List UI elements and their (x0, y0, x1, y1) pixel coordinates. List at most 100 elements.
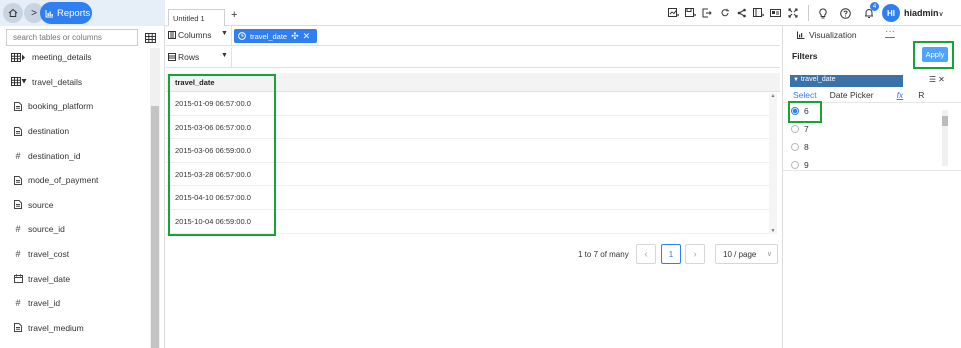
field-type-icon (12, 175, 24, 185)
table-icon (11, 52, 25, 62)
shelf-divider (231, 48, 232, 68)
hash-icon: # (15, 150, 21, 161)
rows-shelf: Rows ▼ (166, 48, 780, 68)
tab-more[interactable]: ··· (885, 26, 895, 38)
field-item[interactable]: # travel_id (0, 291, 150, 316)
tab-fx[interactable]: fx (897, 90, 904, 100)
rows-dropdown-icon[interactable]: ▼ (221, 52, 228, 59)
columns-dropdown-icon[interactable]: ▼ (221, 30, 228, 37)
filter-actions: ☰ ✕ (929, 75, 945, 84)
close-icon[interactable]: ✕ (303, 31, 311, 42)
table-view-button[interactable] (143, 30, 158, 45)
avatar[interactable]: HI (882, 4, 900, 22)
move-icon[interactable]: ✣ (291, 31, 299, 42)
field-item[interactable]: mode_of_payment (0, 168, 150, 193)
search-input[interactable] (6, 29, 138, 46)
export-icon (702, 8, 712, 18)
filter-option[interactable]: 8 (791, 142, 809, 152)
tips-button[interactable] (815, 5, 830, 21)
share-icon (737, 8, 746, 18)
table-node[interactable]: travel_details (0, 70, 150, 95)
page-size-select[interactable]: 10 / page ∨ (715, 244, 778, 264)
field-label: travel_date (28, 273, 71, 284)
chart-type-button[interactable] (666, 5, 681, 21)
help-icon (840, 7, 851, 19)
column-chip-travel-date[interactable]: travel_date ✣ ✕ (234, 29, 317, 43)
radio[interactable] (791, 143, 799, 151)
filter-field-label: travel_date (800, 76, 836, 83)
options-divider (783, 170, 961, 171)
field-type-icon (12, 200, 24, 210)
tab-r[interactable]: R (918, 90, 924, 100)
filter-field-header[interactable]: ▼ travel_date (790, 75, 903, 87)
filter-option[interactable]: 7 (791, 124, 809, 134)
highlight-box (913, 41, 954, 69)
hash-icon: # (15, 224, 21, 235)
field-item[interactable]: # source_id (0, 217, 150, 242)
document-icon (14, 323, 22, 333)
field-item[interactable]: source (0, 193, 150, 218)
share-button[interactable] (734, 5, 749, 21)
scroll-up-icon[interactable]: ▲ (769, 93, 777, 99)
columns-shelf-label: Columns (168, 30, 212, 40)
prev-page-button[interactable]: ‹ (636, 244, 656, 264)
field-list-scroll-thumb[interactable] (151, 106, 159, 348)
top-bar: > Reports Untitled 1 + 4 HI hiadmin∨ (0, 0, 961, 26)
tab-title: Untitled 1 (173, 14, 205, 23)
table-node[interactable]: meeting_details (0, 48, 150, 70)
field-item[interactable]: # travel_cost (0, 242, 150, 267)
add-tab-button[interactable]: + (231, 9, 237, 21)
page-button-1[interactable]: 1 (661, 244, 681, 264)
field-item[interactable]: travel_medium (0, 316, 150, 341)
field-item[interactable]: # destination_id (0, 143, 150, 168)
options-scrollbar[interactable] (942, 110, 948, 166)
user-menu[interactable]: hiadmin∨ (904, 8, 944, 18)
filter-option[interactable]: 9 (791, 160, 809, 170)
field-item[interactable]: booking_platform (0, 94, 150, 119)
field-type-icon (12, 101, 24, 111)
save-button[interactable] (683, 5, 698, 21)
field-type-icon: # (12, 224, 24, 234)
more-icon: ··· (885, 26, 895, 37)
help-button[interactable] (838, 5, 853, 21)
tab-report[interactable]: Untitled 1 (168, 9, 225, 26)
shelf-divider (231, 26, 232, 46)
field-type-icon: # (12, 298, 24, 308)
reports-button[interactable]: Reports (40, 2, 92, 24)
caret-down-icon: ▼ (793, 77, 799, 83)
chevron-right-icon: › (693, 248, 697, 260)
image-export-button[interactable] (768, 5, 783, 21)
rows-shelf-label: Rows (168, 52, 199, 62)
grid-scrollbar[interactable]: ▲ ▼ (769, 93, 777, 234)
chevron-down-icon: ∨ (766, 251, 772, 258)
radio[interactable] (791, 125, 799, 133)
fullscreen-button[interactable] (785, 5, 800, 21)
field-label: destination_id (28, 150, 81, 161)
refresh-button[interactable] (717, 5, 732, 21)
tab-date-picker[interactable]: Date Picker (830, 90, 874, 100)
notifications-button[interactable]: 4 (861, 2, 879, 21)
list-icon[interactable]: ☰ (929, 75, 936, 84)
next-page-button[interactable]: › (685, 244, 705, 264)
chevron-left-icon: ‹ (644, 248, 648, 260)
field-item[interactable]: travel_date (0, 266, 150, 291)
close-icon[interactable]: ✕ (938, 75, 945, 84)
layout-button[interactable] (751, 5, 766, 21)
scroll-down-icon[interactable]: ▼ (769, 228, 777, 234)
field-item[interactable]: destination (0, 119, 150, 144)
document-icon (14, 126, 22, 136)
tab-visualization[interactable]: Visualization (797, 30, 857, 40)
document-icon (14, 200, 22, 210)
field-label: meeting_details (32, 52, 92, 63)
refresh-icon (721, 8, 729, 17)
home-icon (8, 8, 18, 17)
reports-label: Reports (57, 7, 91, 19)
tab-select[interactable]: Select (793, 90, 817, 100)
field-list: meeting_details travel_details booking_pla… (0, 48, 150, 348)
home-button[interactable] (3, 3, 23, 23)
option-label: 7 (804, 124, 809, 134)
export-button[interactable] (700, 5, 715, 21)
highlight-box (168, 74, 276, 236)
radio[interactable] (791, 161, 799, 169)
options-scroll-thumb[interactable] (942, 116, 948, 126)
